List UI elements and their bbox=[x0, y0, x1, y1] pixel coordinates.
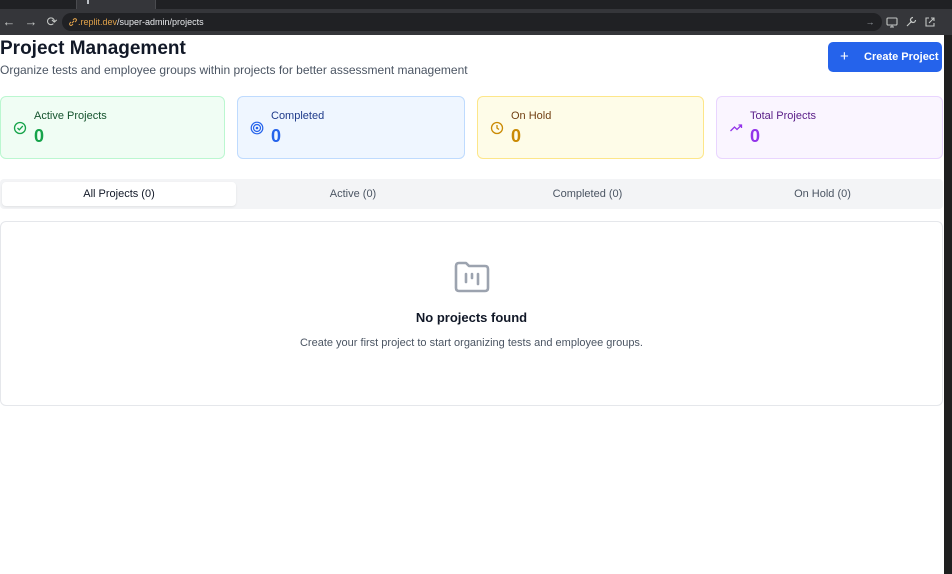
address-bar[interactable]: .replit.dev/super-admin/projects → bbox=[62, 13, 882, 31]
stat-label: Active Projects bbox=[34, 110, 107, 122]
folder-kanban-icon bbox=[454, 261, 490, 293]
stat-card-total: Total Projects 0 bbox=[716, 96, 943, 159]
reload-icon[interactable]: ⟳ bbox=[43, 13, 61, 31]
url-path: /super-admin/projects bbox=[117, 17, 204, 27]
target-icon bbox=[250, 121, 264, 135]
arrow-right-icon[interactable]: → bbox=[864, 16, 876, 28]
clock-icon bbox=[490, 121, 504, 135]
stat-value: 0 bbox=[511, 126, 522, 146]
external-link-icon[interactable] bbox=[923, 15, 937, 29]
page-subtitle: Organize tests and employee groups withi… bbox=[0, 63, 468, 77]
window-edge bbox=[944, 35, 952, 574]
stat-label: Completed bbox=[271, 110, 325, 122]
tab-completed[interactable]: Completed (0) bbox=[470, 182, 705, 206]
tab-active[interactable]: Active (0) bbox=[236, 182, 470, 206]
plus-icon: + bbox=[840, 48, 849, 65]
stat-card-active: Active Projects 0 bbox=[0, 96, 225, 159]
tab-favicon-icon bbox=[87, 0, 89, 4]
tab-on-hold[interactable]: On Hold (0) bbox=[705, 182, 940, 206]
url-text: .replit.dev/super-admin/projects bbox=[78, 16, 204, 28]
create-project-button[interactable]: + Create Project bbox=[828, 42, 942, 72]
empty-state-title: No projects found bbox=[415, 310, 528, 325]
tab-all-projects[interactable]: All Projects (0) bbox=[2, 182, 236, 206]
trending-up-icon bbox=[730, 124, 743, 132]
monitor-icon[interactable] bbox=[885, 15, 899, 29]
project-tabs: All Projects (0) Active (0) Completed (0… bbox=[0, 179, 943, 209]
forward-icon[interactable]: → bbox=[22, 13, 40, 31]
url-host: .replit.dev bbox=[78, 17, 118, 27]
back-icon[interactable]: ← bbox=[0, 13, 18, 31]
browser-tab-strip bbox=[0, 0, 952, 9]
stat-card-on-hold: On Hold 0 bbox=[477, 96, 704, 159]
wrench-icon[interactable] bbox=[904, 15, 918, 29]
stat-value: 0 bbox=[750, 126, 761, 146]
browser-tab[interactable] bbox=[76, 0, 156, 9]
circle-check-icon bbox=[13, 121, 27, 135]
browser-toolbar: ← → ⟳ .replit.dev/super-admin/projects → bbox=[0, 9, 952, 35]
stat-card-completed: Completed 0 bbox=[237, 96, 465, 159]
stat-value: 0 bbox=[271, 126, 282, 146]
link-icon bbox=[69, 18, 77, 26]
stat-label: Total Projects bbox=[750, 110, 817, 122]
stat-value: 0 bbox=[34, 126, 45, 146]
empty-state-description: Create your first project to start organ… bbox=[299, 337, 643, 349]
page-title: Project Management bbox=[0, 38, 186, 59]
projects-panel: No projects found Create your first proj… bbox=[0, 221, 943, 406]
stat-label: On Hold bbox=[511, 110, 552, 122]
create-project-label: Create Project bbox=[864, 51, 939, 63]
